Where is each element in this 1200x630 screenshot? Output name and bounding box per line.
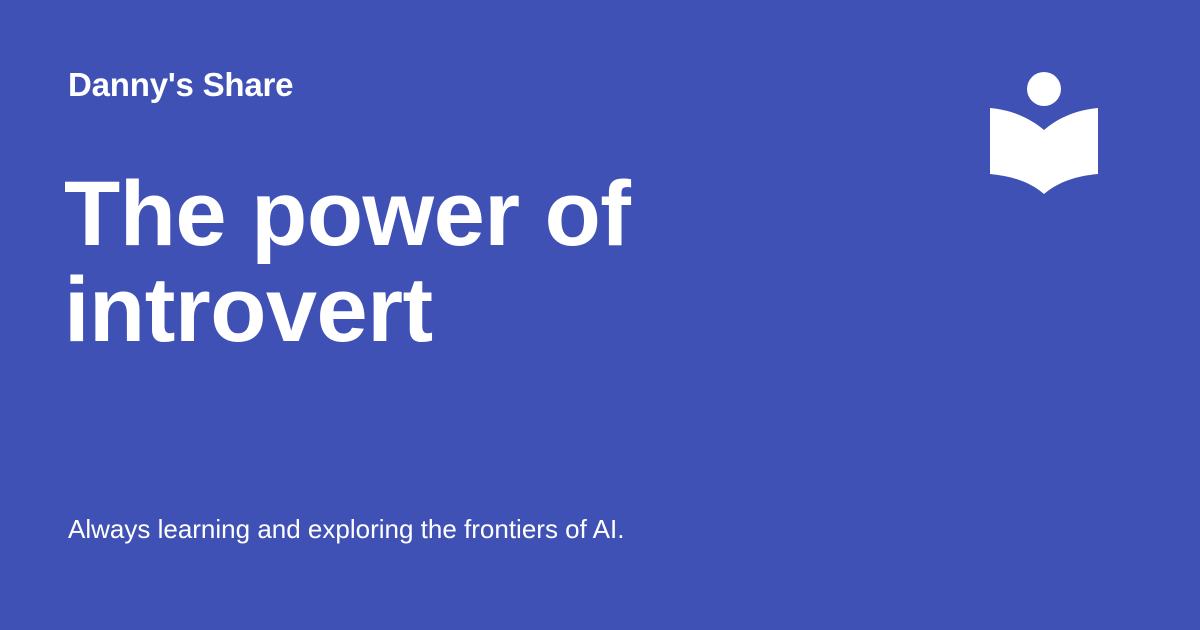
post-title-line-2: introvert (64, 259, 433, 361)
site-tagline: Always learning and exploring the fronti… (68, 514, 625, 544)
post-title: The power of introvert (64, 166, 824, 358)
social-share-card: Danny's Share The power of introvert Alw… (0, 0, 1200, 630)
post-title-line-1: The power of (64, 163, 631, 265)
site-name: Danny's Share (68, 66, 294, 103)
reader-book-icon (990, 72, 1098, 194)
